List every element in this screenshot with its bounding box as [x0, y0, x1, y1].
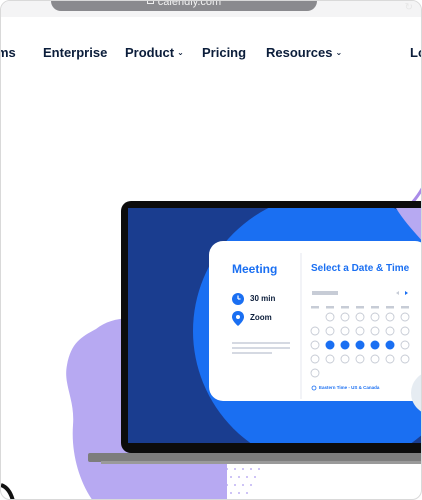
nav-item-enterprise[interactable]: Enterprise — [43, 45, 107, 60]
clock-icon — [232, 293, 244, 305]
location-text: Zoom — [250, 313, 272, 322]
month-label-placeholder — [312, 291, 338, 295]
nav-item-product[interactable]: Product ⌄ — [125, 45, 184, 60]
placeholder-line — [232, 352, 272, 354]
hero-illustration — [1, 187, 421, 499]
placeholder-line — [232, 347, 290, 349]
picker-title: Select a Date & Time — [311, 263, 410, 274]
laptop-base-shadow — [101, 461, 421, 464]
placeholder-line — [232, 342, 290, 344]
nav-item-login[interactable]: Lo — [410, 45, 421, 60]
nav-item-pricing[interactable]: Pricing — [202, 45, 246, 60]
main-nav: ms Enterprise Product⌄ Pricing Resources… — [1, 45, 421, 69]
event-title: Meeting — [232, 262, 278, 276]
chevron-down-icon: ⌄ — [177, 48, 184, 57]
dark-arc — [1, 483, 15, 499]
nav-item-resources[interactable]: Resources ⌄ — [266, 45, 342, 60]
browser-window: calendly.com ↻ Meeting 30 min Zoom Selec… — [0, 0, 422, 500]
purple-arc — [410, 187, 421, 204]
laptop-base — [88, 453, 421, 462]
chevron-down-icon: ⌄ — [335, 48, 343, 57]
nav-item-teams[interactable]: ms — [1, 45, 16, 60]
timezone-text[interactable]: Eastern Time - US & Canada — [319, 385, 379, 390]
duration-text: 30 min — [250, 294, 276, 303]
